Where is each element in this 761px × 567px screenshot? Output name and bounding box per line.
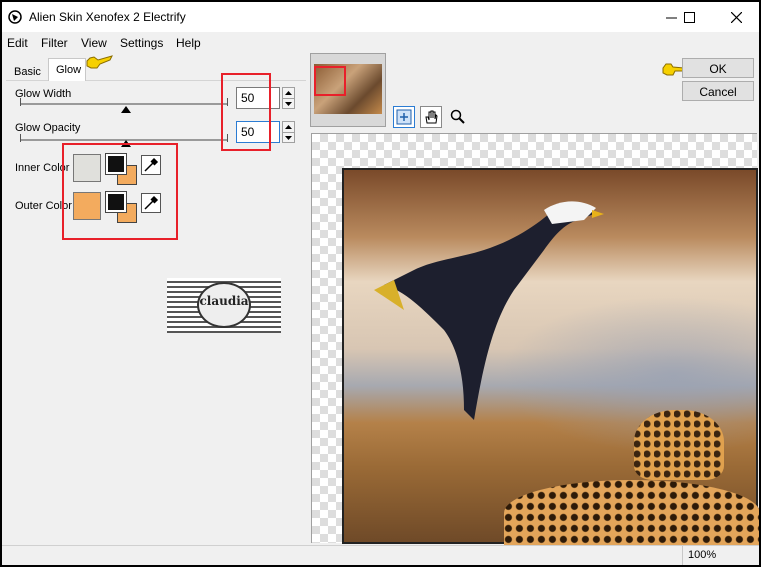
glow-opacity-slider-tick <box>20 134 21 142</box>
app-icon <box>8 10 22 24</box>
hand-tool-icon <box>425 110 438 124</box>
watermark-logo: claudia <box>167 278 281 333</box>
tab-basic[interactable]: Basic <box>8 63 46 81</box>
preview-leopard-head <box>634 410 724 480</box>
menu-view[interactable]: View <box>81 36 107 50</box>
highlight-box-colors <box>62 143 178 240</box>
maximize-icon <box>683 11 695 23</box>
title-bar: Alien Skin Xenofex 2 Electrify <box>2 2 759 32</box>
menu-settings[interactable]: Settings <box>120 36 163 50</box>
preview-canvas[interactable] <box>311 133 759 546</box>
preview-leopard-body <box>504 480 759 546</box>
status-bar: 100% <box>2 545 759 565</box>
navigator-viewport[interactable] <box>314 66 346 96</box>
glow-width-slider-thumb[interactable] <box>121 106 131 113</box>
hand-tool-button[interactable] <box>420 106 442 128</box>
glow-width-slider-track[interactable] <box>20 103 228 105</box>
tab-glow[interactable]: Glow <box>48 58 86 81</box>
app-window: Alien Skin Xenofex 2 Electrify Edit Filt… <box>2 2 759 565</box>
ok-button[interactable]: OK <box>682 58 754 78</box>
menu-help[interactable]: Help <box>176 36 201 50</box>
glow-opacity-label: Glow Opacity <box>15 122 81 134</box>
stepper-down-icon[interactable] <box>283 98 294 108</box>
highlight-box-inputs <box>221 73 271 151</box>
watermark-text: claudia <box>199 294 249 308</box>
zoom-tool-button[interactable] <box>447 106 469 128</box>
zoom-fit-icon <box>396 109 412 125</box>
magnifier-icon <box>450 109 465 124</box>
cancel-button[interactable]: Cancel <box>682 81 754 101</box>
zoom-fit-button[interactable] <box>393 106 415 128</box>
menu-filter[interactable]: Filter <box>41 36 68 50</box>
preview-eagle <box>374 201 604 420</box>
stepper-up-icon[interactable] <box>283 88 294 98</box>
window-title: Alien Skin Xenofex 2 Electrify <box>29 10 186 24</box>
maximize-button[interactable] <box>666 2 712 32</box>
navigator-thumbnail[interactable] <box>310 53 386 127</box>
glow-width-slider-tick <box>20 98 21 106</box>
menu-edit[interactable]: Edit <box>7 36 28 50</box>
stepper-down-icon[interactable] <box>283 132 294 142</box>
zoom-level: 100% <box>688 549 717 561</box>
pointing-hand-icon <box>86 55 113 69</box>
glow-opacity-stepper[interactable] <box>282 121 295 143</box>
close-button[interactable] <box>713 2 759 32</box>
glow-width-stepper[interactable] <box>282 87 295 109</box>
preview-image <box>342 168 759 546</box>
glow-width-label: Glow Width <box>15 88 72 100</box>
close-icon <box>730 11 742 23</box>
stepper-up-icon[interactable] <box>283 122 294 132</box>
